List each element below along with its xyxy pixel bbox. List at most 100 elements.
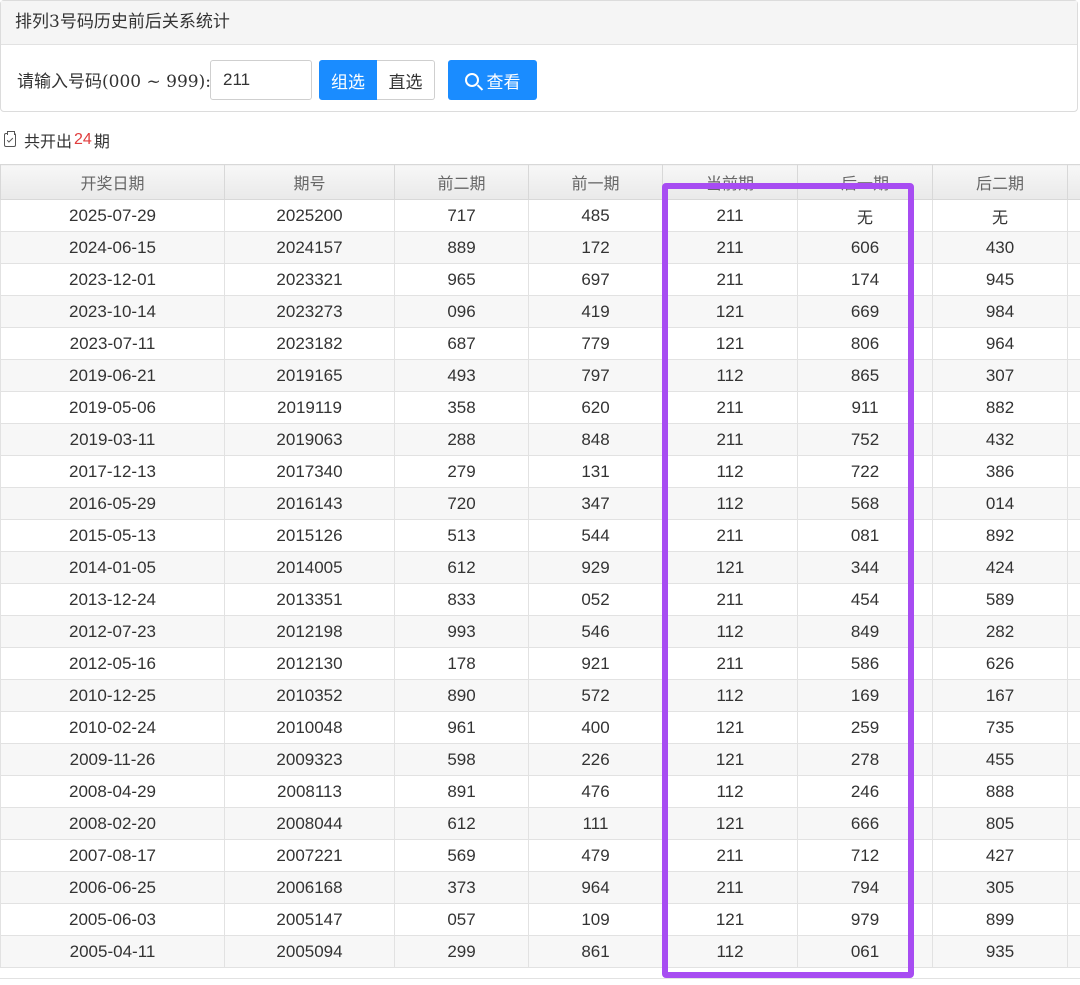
cell-prev-two: 598 <box>395 744 529 776</box>
cell-prev-two: 569 <box>395 840 529 872</box>
cell-draw-date: 2023-10-14 <box>1 296 225 328</box>
cell-draw-date: 2010-02-24 <box>1 712 225 744</box>
cell-next-one: 606 <box>798 232 933 264</box>
cell-next-two: 427 <box>933 840 1068 872</box>
cell-issue-number: 2008044 <box>225 808 395 840</box>
cell-prev-one: 572 <box>529 680 663 712</box>
cell-prev-one: 544 <box>529 520 663 552</box>
table-row: 2023-10-142023273096419121669984 <box>1 296 1080 328</box>
mode-button-group: 组选 直选 <box>319 60 435 100</box>
cell-current: 121 <box>663 552 798 584</box>
cell-next-one: 979 <box>798 904 933 936</box>
cell-issue-number: 2008113 <box>225 776 395 808</box>
group-select-button[interactable]: 组选 <box>319 60 377 100</box>
cell-prev-one: 861 <box>529 936 663 968</box>
cell-prev-two: 889 <box>395 232 529 264</box>
cell-next-one: 911 <box>798 392 933 424</box>
cell-next-one: 586 <box>798 648 933 680</box>
cell-issue-number: 2017340 <box>225 456 395 488</box>
cell-issue-number: 2019063 <box>225 424 395 456</box>
cell-prev-two: 961 <box>395 712 529 744</box>
cell-next-two: 167 <box>933 680 1068 712</box>
search-panel: 排列3号码历史前后关系统计 请输入号码(000 ~ 999): 组选 直选 查看 <box>0 0 1078 112</box>
cell-draw-date: 2008-02-20 <box>1 808 225 840</box>
cell-prev-one: 797 <box>529 360 663 392</box>
cell-issue-number: 2019119 <box>225 392 395 424</box>
cell-draw-date: 2007-08-17 <box>1 840 225 872</box>
cell-current: 211 <box>663 424 798 456</box>
result-summary: 共开出 24 期 <box>4 128 110 152</box>
cell-next-two: 964 <box>933 328 1068 360</box>
cell-extra <box>1068 424 1080 456</box>
cell-prev-two: 612 <box>395 808 529 840</box>
cell-draw-date: 2025-07-29 <box>1 200 225 232</box>
cell-issue-number: 2012198 <box>225 616 395 648</box>
cell-current: 211 <box>663 840 798 872</box>
table-row: 2013-12-242013351833052211454589 <box>1 584 1080 616</box>
code-input[interactable] <box>210 60 312 100</box>
cell-next-one: 849 <box>798 616 933 648</box>
col-header-issue-number: 期号 <box>225 165 395 200</box>
cell-current: 112 <box>663 776 798 808</box>
cell-current: 121 <box>663 744 798 776</box>
cell-draw-date: 2017-12-13 <box>1 456 225 488</box>
view-button[interactable]: 查看 <box>448 60 537 100</box>
cell-next-one: 259 <box>798 712 933 744</box>
cell-prev-one: 620 <box>529 392 663 424</box>
cell-prev-two: 493 <box>395 360 529 392</box>
cell-issue-number: 2012130 <box>225 648 395 680</box>
cell-next-one: 722 <box>798 456 933 488</box>
cell-extra <box>1068 616 1080 648</box>
history-table-container: 开奖日期 期号 前二期 前一期 当前期 后一期 后二期 2025-07-2920… <box>0 164 1080 968</box>
cell-next-one: 174 <box>798 264 933 296</box>
cell-prev-one: 419 <box>529 296 663 328</box>
table-row: 2010-12-252010352890572112169167 <box>1 680 1080 712</box>
cell-current: 121 <box>663 712 798 744</box>
cell-next-one: 752 <box>798 424 933 456</box>
table-row: 2014-01-052014005612929121344424 <box>1 552 1080 584</box>
cell-prev-two: 096 <box>395 296 529 328</box>
view-button-label: 查看 <box>487 68 521 93</box>
cell-current: 211 <box>663 264 798 296</box>
cell-prev-one: 131 <box>529 456 663 488</box>
cell-extra <box>1068 904 1080 936</box>
col-header-extra <box>1068 165 1080 200</box>
cell-prev-one: 921 <box>529 648 663 680</box>
cell-extra <box>1068 520 1080 552</box>
cell-next-two: 935 <box>933 936 1068 968</box>
cell-prev-one: 111 <box>529 808 663 840</box>
cell-prev-one: 546 <box>529 616 663 648</box>
cell-next-one: 794 <box>798 872 933 904</box>
cell-extra <box>1068 328 1080 360</box>
cell-prev-one: 347 <box>529 488 663 520</box>
cell-next-one: 568 <box>798 488 933 520</box>
cell-draw-date: 2015-05-13 <box>1 520 225 552</box>
cell-next-two: 589 <box>933 584 1068 616</box>
table-row: 2009-11-262009323598226121278455 <box>1 744 1080 776</box>
cell-draw-date: 2012-05-16 <box>1 648 225 680</box>
code-input-label: 请输入号码(000 ~ 999): <box>17 67 211 92</box>
search-form: 请输入号码(000 ~ 999): 组选 直选 查看 <box>1 45 1077 113</box>
cell-draw-date: 2016-05-29 <box>1 488 225 520</box>
direct-select-button[interactable]: 直选 <box>377 60 435 100</box>
cell-next-two: 386 <box>933 456 1068 488</box>
cell-next-one: 061 <box>798 936 933 968</box>
table-row: 2008-04-292008113891476112246888 <box>1 776 1080 808</box>
cell-prev-two: 288 <box>395 424 529 456</box>
cell-prev-two: 965 <box>395 264 529 296</box>
cell-current: 112 <box>663 360 798 392</box>
cell-next-one: 无 <box>798 200 933 232</box>
cell-extra <box>1068 712 1080 744</box>
cell-next-one: 666 <box>798 808 933 840</box>
cell-prev-one: 226 <box>529 744 663 776</box>
col-header-prev-two: 前二期 <box>395 165 529 200</box>
cell-next-two: 014 <box>933 488 1068 520</box>
cell-prev-two: 279 <box>395 456 529 488</box>
cell-prev-two: 833 <box>395 584 529 616</box>
cell-current: 211 <box>663 648 798 680</box>
cell-next-two: 305 <box>933 872 1068 904</box>
cell-next-one: 712 <box>798 840 933 872</box>
table-row: 2024-06-152024157889172211606430 <box>1 232 1080 264</box>
cell-extra <box>1068 584 1080 616</box>
cell-extra <box>1068 456 1080 488</box>
